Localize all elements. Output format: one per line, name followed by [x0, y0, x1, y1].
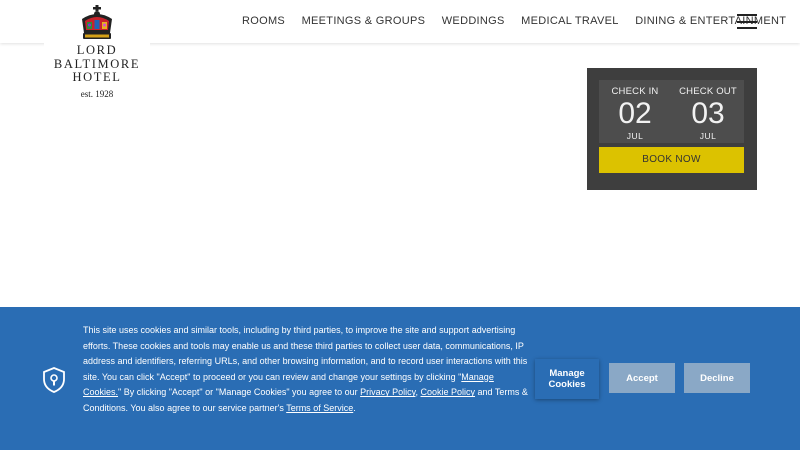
- logo-text-lord: LORD: [76, 43, 118, 57]
- hotel-logo[interactable]: LORD BALTIMORE HOTEL est. 1928: [44, 0, 150, 104]
- check-out-date[interactable]: CHECK OUT 03 JUL: [672, 80, 744, 141]
- check-in-label: CHECK IN: [611, 86, 659, 97]
- book-now-button[interactable]: BOOK NOW: [599, 147, 744, 173]
- cookie-text-2: " By clicking "Accept" or "Manage Cookie…: [118, 387, 361, 398]
- accept-button[interactable]: Accept: [609, 363, 675, 393]
- main-nav: ROOMS MEETINGS & GROUPS WEDDINGS MEDICAL…: [242, 15, 800, 27]
- nav-medical-travel[interactable]: MEDICAL TRAVEL: [521, 15, 619, 27]
- hamburger-icon[interactable]: [737, 14, 757, 29]
- nav-dining-entertainment[interactable]: DINING & ENTERTAINMENT: [635, 15, 786, 27]
- check-out-day: 03: [691, 97, 725, 130]
- booking-widget: CHECK IN 02 JUL CHECK OUT 03 JUL BOOK NO…: [587, 68, 757, 190]
- crown-icon: [82, 5, 112, 39]
- logo-est: est. 1928: [80, 89, 114, 99]
- nav-weddings[interactable]: WEDDINGS: [442, 15, 505, 27]
- check-in-date[interactable]: CHECK IN 02 JUL: [599, 80, 671, 141]
- check-out-label: CHECK OUT: [679, 86, 737, 97]
- manage-cookies-button[interactable]: Manage Cookies: [535, 359, 599, 399]
- cookie-text-5: .: [353, 402, 356, 413]
- cookie-message: This site uses cookies and similar tools…: [83, 323, 528, 417]
- terms-of-service-link[interactable]: Terms of Service: [286, 403, 353, 413]
- privacy-policy-link[interactable]: Privacy Policy: [360, 387, 415, 397]
- nav-rooms[interactable]: ROOMS: [242, 15, 285, 27]
- cookie-policy-link[interactable]: Cookie Policy: [420, 387, 475, 397]
- cookie-banner: This site uses cookies and similar tools…: [0, 307, 800, 450]
- logo-text-hotel: HOTEL: [72, 70, 122, 84]
- shield-lock-icon: [43, 367, 65, 393]
- decline-button[interactable]: Decline: [684, 363, 750, 393]
- check-out-month: JUL: [699, 131, 717, 141]
- date-picker: CHECK IN 02 JUL CHECK OUT 03 JUL: [599, 80, 744, 143]
- check-in-month: JUL: [626, 131, 644, 141]
- nav-meetings-groups[interactable]: MEETINGS & GROUPS: [302, 15, 426, 27]
- check-in-day: 02: [618, 97, 652, 130]
